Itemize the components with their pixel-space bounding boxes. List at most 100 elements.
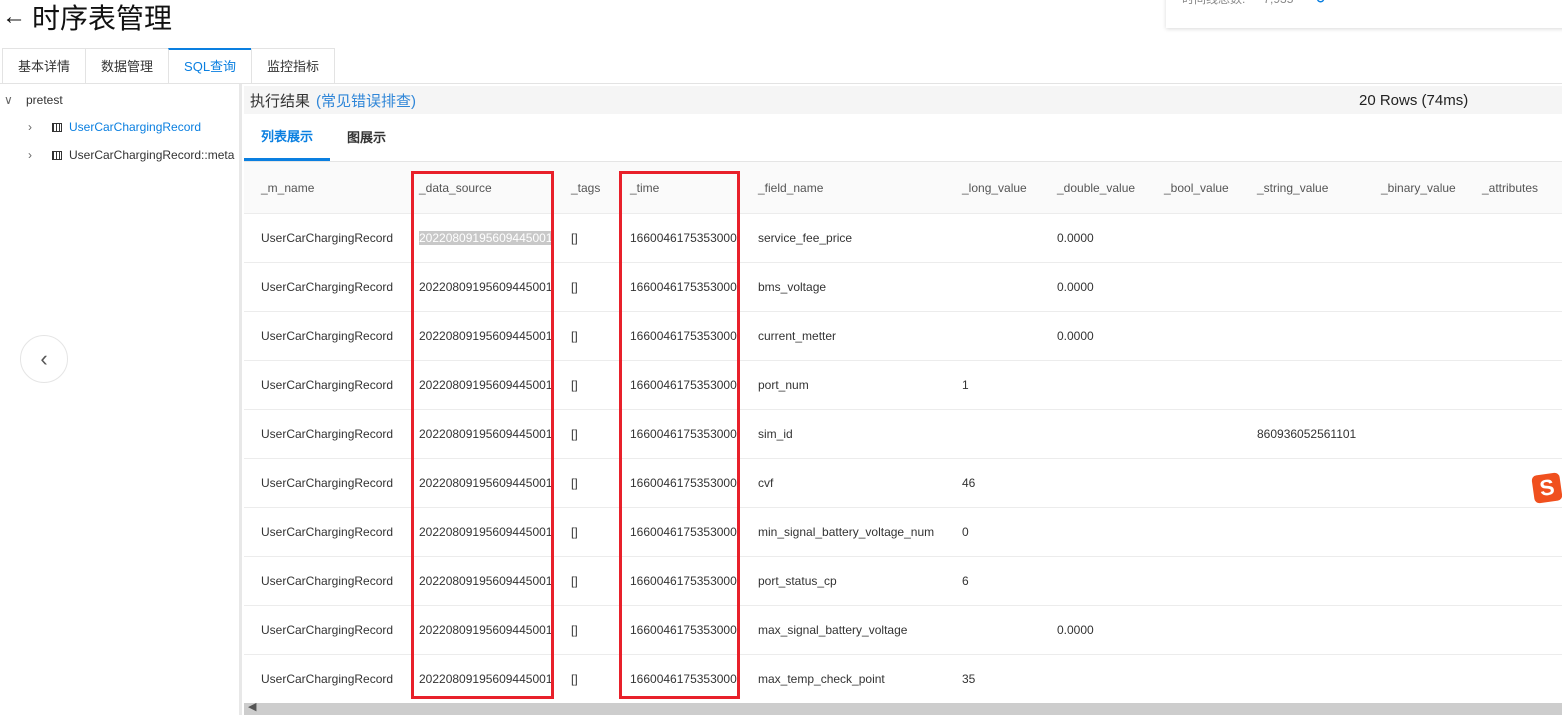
table-cell-m-name: UserCarChargingRecord xyxy=(244,525,402,539)
table-cell-double-value: 0.0000 xyxy=(1040,623,1147,637)
table-tree-panel: ∨ pretest › UserCarChargingRecord › User… xyxy=(0,84,242,715)
table-cell-double-value: 0.0000 xyxy=(1040,231,1147,245)
column-header[interactable]: _attributes xyxy=(1465,181,1562,195)
table-cell-double-value: 0.0000 xyxy=(1040,329,1147,343)
cell-text: [] xyxy=(571,574,578,588)
cell-text: max_signal_battery_voltage xyxy=(758,623,908,637)
table-cell-tags: [] xyxy=(554,476,613,490)
cell-text: UserCarChargingRecord xyxy=(261,525,394,539)
highlight-box-time xyxy=(619,171,740,699)
tab-basic-details[interactable]: 基本详情 xyxy=(2,48,86,84)
table-cell-field-name: max_temp_check_point xyxy=(741,672,945,686)
cell-text: 35 xyxy=(962,672,976,686)
tab-sql-query[interactable]: SQL查询 xyxy=(168,48,252,84)
cell-text: 0 xyxy=(962,525,969,539)
cell-text: UserCarChargingRecord xyxy=(261,329,394,343)
back-arrow-icon[interactable]: ← xyxy=(2,3,26,31)
cell-text: 860936052561101 xyxy=(1257,427,1357,441)
column-header[interactable]: _string_value xyxy=(1240,181,1364,195)
table-cell-field-name: port_num xyxy=(741,378,945,392)
table-cell-tags: [] xyxy=(554,280,613,294)
cell-text: UserCarChargingRecord xyxy=(261,476,394,490)
column-header[interactable]: _field_name xyxy=(741,181,945,195)
table-cell-m-name: UserCarChargingRecord xyxy=(244,329,402,343)
cell-text: UserCarChargingRecord xyxy=(261,378,394,392)
horizontal-scrollbar[interactable]: ◀ xyxy=(244,700,1562,715)
cell-text: [] xyxy=(571,525,578,539)
table-cell-long-value: 0 xyxy=(945,525,1040,539)
cell-text: UserCarChargingRecord xyxy=(261,574,394,588)
tab-data-management[interactable]: 数据管理 xyxy=(85,48,169,84)
tab-monitoring[interactable]: 监控指标 xyxy=(251,48,336,84)
table-cell-field-name: min_signal_battery_voltage_num xyxy=(741,525,945,539)
cell-text: [] xyxy=(571,672,578,686)
chevron-down-icon[interactable]: ∨ xyxy=(4,93,18,107)
table-cell-string-value: 860936052561101 xyxy=(1240,427,1364,441)
cell-text: UserCarChargingRecord xyxy=(261,672,394,686)
table-cell-long-value: 46 xyxy=(945,476,1040,490)
table-cell-field-name: max_signal_battery_voltage xyxy=(741,623,945,637)
column-header[interactable]: _long_value xyxy=(945,181,1040,195)
chevron-left-icon: ‹ xyxy=(40,346,48,371)
column-header[interactable]: _bool_value xyxy=(1147,181,1240,195)
table-cell-m-name: UserCarChargingRecord xyxy=(244,574,402,588)
tree-item-usercarchargingrecord-meta[interactable]: › UserCarChargingRecord::meta xyxy=(28,145,234,165)
table-cell-m-name: UserCarChargingRecord xyxy=(244,231,402,245)
tree-root-label: pretest xyxy=(26,93,63,107)
table-cell-tags: [] xyxy=(554,378,613,392)
cell-text: [] xyxy=(571,378,578,392)
table-cell-tags: [] xyxy=(554,525,613,539)
scroll-left-arrow-icon[interactable]: ◀ xyxy=(248,700,256,713)
cell-text: 0.0000 xyxy=(1057,329,1094,343)
cell-text: port_num xyxy=(758,378,809,392)
cell-text: 0.0000 xyxy=(1057,280,1094,294)
table-cell-m-name: UserCarChargingRecord xyxy=(244,476,402,490)
cell-text: sim_id xyxy=(758,427,793,441)
table-cell-field-name: port_status_cp xyxy=(741,574,945,588)
table-cell-tags: [] xyxy=(554,623,613,637)
cell-text: [] xyxy=(571,280,578,294)
page-title: ← 时序表管理 xyxy=(2,0,172,34)
tab-list-view[interactable]: 列表展示 xyxy=(244,114,331,161)
troubleshoot-link[interactable]: (常见错误排查) xyxy=(316,90,416,111)
table-cell-m-name: UserCarChargingRecord xyxy=(244,427,402,441)
highlight-box-data-source xyxy=(411,171,554,699)
timeline-stat-card: 时间线总数: 7,935 ↻ xyxy=(1166,0,1562,28)
cell-text: [] xyxy=(571,476,578,490)
table-cell-tags: [] xyxy=(554,672,613,686)
table-cell-tags: [] xyxy=(554,329,613,343)
chevron-right-icon[interactable]: › xyxy=(28,148,42,162)
table-cell-m-name: UserCarChargingRecord xyxy=(244,623,402,637)
collapse-panel-button[interactable]: ‹ xyxy=(20,335,68,383)
table-cell-field-name: cvf xyxy=(741,476,945,490)
tab-chart-view[interactable]: 图展示 xyxy=(330,114,403,161)
column-header[interactable]: _tags xyxy=(554,181,613,195)
cell-text: [] xyxy=(571,427,578,441)
table-cell-long-value: 1 xyxy=(945,378,1040,392)
column-header[interactable]: _binary_value xyxy=(1364,181,1465,195)
column-header[interactable]: _m_name xyxy=(244,181,402,195)
timeline-count-label: 时间线总数: xyxy=(1182,0,1245,8)
refresh-icon[interactable]: ↻ xyxy=(1315,0,1325,8)
column-header[interactable]: _double_value xyxy=(1040,181,1147,195)
table-icon xyxy=(52,150,62,160)
cell-text: 0.0000 xyxy=(1057,231,1094,245)
rows-info: 20 Rows (74ms) xyxy=(1359,91,1469,109)
cell-text: [] xyxy=(571,329,578,343)
table-cell-field-name: sim_id xyxy=(741,427,945,441)
cell-text: 46 xyxy=(962,476,976,490)
table-cell-tags: [] xyxy=(554,231,613,245)
result-view-tabs: 列表展示 图展示 xyxy=(244,114,1562,162)
tree-item-usercarchargingrecord[interactable]: › UserCarChargingRecord xyxy=(28,117,201,137)
table-cell-long-value: 6 xyxy=(945,574,1040,588)
cell-text: current_metter xyxy=(758,329,837,343)
cell-text: [] xyxy=(571,231,578,245)
tree-root[interactable]: ∨ pretest xyxy=(4,90,63,110)
table-cell-field-name: current_metter xyxy=(741,329,945,343)
main-tabs: 基本详情 数据管理 SQL查询 监控指标 xyxy=(2,48,336,84)
timeline-count-value: 7,935 xyxy=(1263,0,1293,8)
chevron-right-icon[interactable]: › xyxy=(28,120,42,134)
tree-item-label: UserCarChargingRecord xyxy=(69,120,202,134)
ime-badge-icon[interactable]: S xyxy=(1531,472,1562,504)
table-cell-tags: [] xyxy=(554,427,613,441)
